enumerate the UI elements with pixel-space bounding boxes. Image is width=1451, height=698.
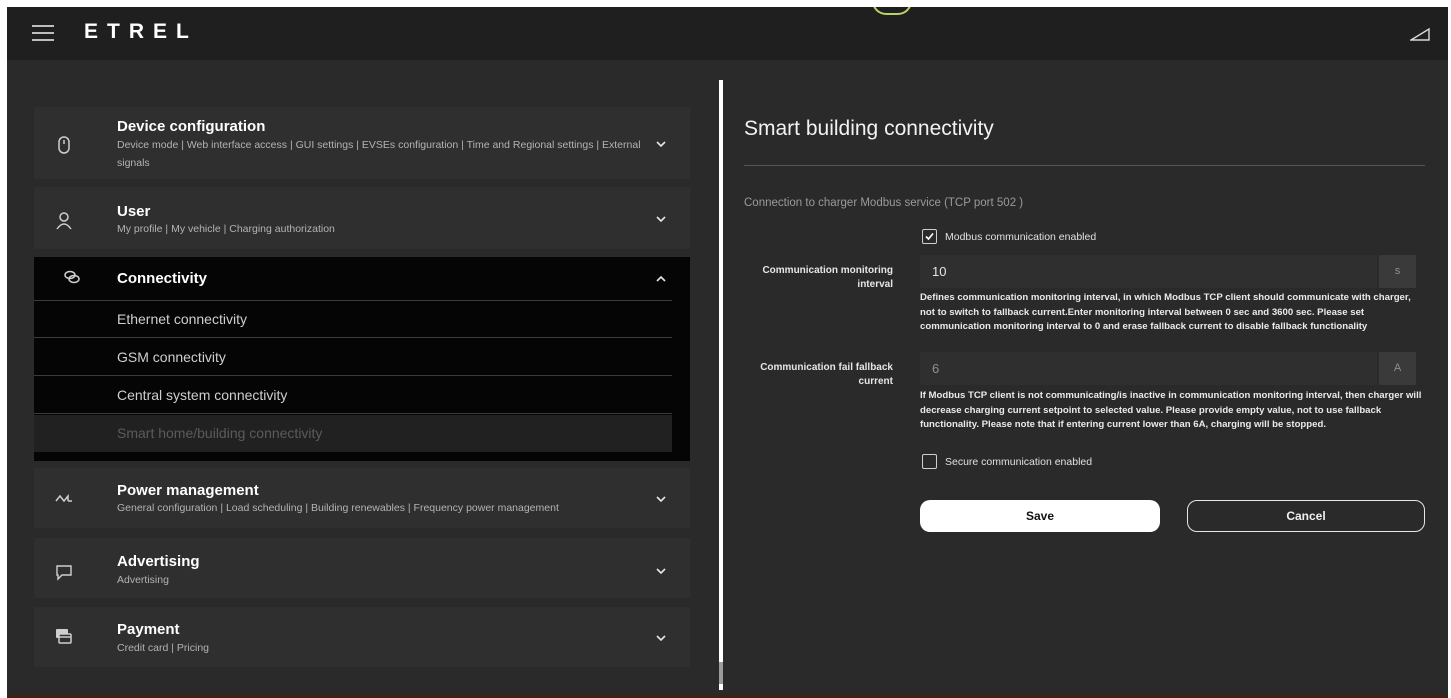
save-button[interactable]: Save bbox=[920, 500, 1160, 532]
hamburger-menu-icon[interactable] bbox=[32, 24, 54, 42]
menu-title: User bbox=[117, 203, 151, 220]
menu-user[interactable]: User My profile | My vehicle | Charging … bbox=[34, 187, 690, 249]
fallback-current-help: If Modbus TCP client is not communicatin… bbox=[920, 390, 1422, 430]
fallback-current-unit: A bbox=[1379, 352, 1416, 385]
menu-connectivity: Connectivity Ethernet connectivity GSM c… bbox=[34, 257, 690, 461]
signal-icon bbox=[1410, 27, 1430, 41]
monitoring-interval-input[interactable]: 10 bbox=[920, 255, 1377, 288]
monitoring-interval-help: Defines communication monitoring interva… bbox=[920, 292, 1411, 332]
fallback-current-input[interactable]: 6 bbox=[920, 352, 1377, 385]
chevron-down-icon[interactable] bbox=[656, 139, 666, 149]
monitoring-interval-unit: s bbox=[1379, 255, 1416, 288]
chevron-up-icon[interactable] bbox=[656, 274, 666, 284]
modbus-enabled-label: Modbus communication enabled bbox=[945, 231, 1097, 243]
menu-payment[interactable]: Payment Credit card | Pricing bbox=[34, 607, 690, 667]
submenu-central-system-connectivity[interactable]: Central system connectivity bbox=[34, 377, 672, 414]
cancel-button[interactable]: Cancel bbox=[1187, 500, 1425, 532]
cards-icon bbox=[56, 629, 72, 644]
menu-title[interactable]: Connectivity bbox=[117, 270, 207, 287]
menu-subtitle: General configuration | Load scheduling … bbox=[117, 502, 559, 514]
menu-title: Advertising bbox=[117, 553, 200, 570]
modbus-enabled-checkbox[interactable] bbox=[922, 229, 937, 244]
page-title: Smart building connectivity bbox=[744, 117, 994, 140]
mouse-icon bbox=[58, 136, 70, 154]
top-bar: ETREL bbox=[7, 7, 1448, 60]
chevron-down-icon[interactable] bbox=[656, 633, 666, 643]
checkmark-icon bbox=[925, 232, 934, 241]
menu-title: Device configuration bbox=[117, 118, 266, 135]
submenu-ethernet-connectivity[interactable]: Ethernet connectivity bbox=[34, 301, 672, 338]
menu-subtitle: Device mode | Web interface access | GUI… bbox=[117, 139, 641, 169]
chevron-down-icon[interactable] bbox=[656, 494, 666, 504]
message-icon bbox=[56, 565, 72, 581]
logo: ETREL bbox=[84, 20, 198, 43]
power-wave-icon bbox=[55, 493, 72, 503]
chevron-down-icon[interactable] bbox=[656, 214, 666, 224]
menu-subtitle: My profile | My vehicle | Charging autho… bbox=[117, 223, 335, 235]
submenu-smart-building-connectivity[interactable]: Smart home/building connectivity bbox=[34, 415, 672, 452]
section-heading: Connection to charger Modbus service (TC… bbox=[744, 197, 1024, 209]
menu-title: Power management bbox=[117, 482, 259, 499]
app-window: ETREL Device configuration Device mode |… bbox=[7, 7, 1448, 698]
menu-subtitle: Advertising bbox=[117, 574, 169, 586]
secure-communication-checkbox[interactable] bbox=[922, 454, 937, 469]
fallback-current-label: Communication fail fallback current bbox=[760, 362, 893, 387]
menu-power-management[interactable]: Power management General configuration |… bbox=[34, 468, 690, 528]
menu-subtitle: Credit card | Pricing bbox=[117, 642, 210, 654]
menu-advertising[interactable]: Advertising Advertising bbox=[34, 538, 690, 598]
link-icon bbox=[64, 270, 80, 284]
secure-communication-label: Secure communication enabled bbox=[945, 456, 1093, 468]
title-divider bbox=[744, 165, 1425, 166]
user-icon bbox=[56, 212, 72, 230]
menu-title: Payment bbox=[117, 621, 180, 638]
chevron-down-icon[interactable] bbox=[656, 566, 666, 576]
scrollbar-thumb[interactable] bbox=[719, 662, 723, 684]
submenu-gsm-connectivity[interactable]: GSM connectivity bbox=[34, 339, 672, 376]
monitoring-interval-label: Communication monitoring interval bbox=[762, 265, 893, 290]
menu-device-configuration[interactable]: Device configuration Device mode | Web i… bbox=[34, 107, 690, 179]
panel-divider bbox=[719, 80, 723, 690]
bottom-edge bbox=[7, 694, 1448, 698]
